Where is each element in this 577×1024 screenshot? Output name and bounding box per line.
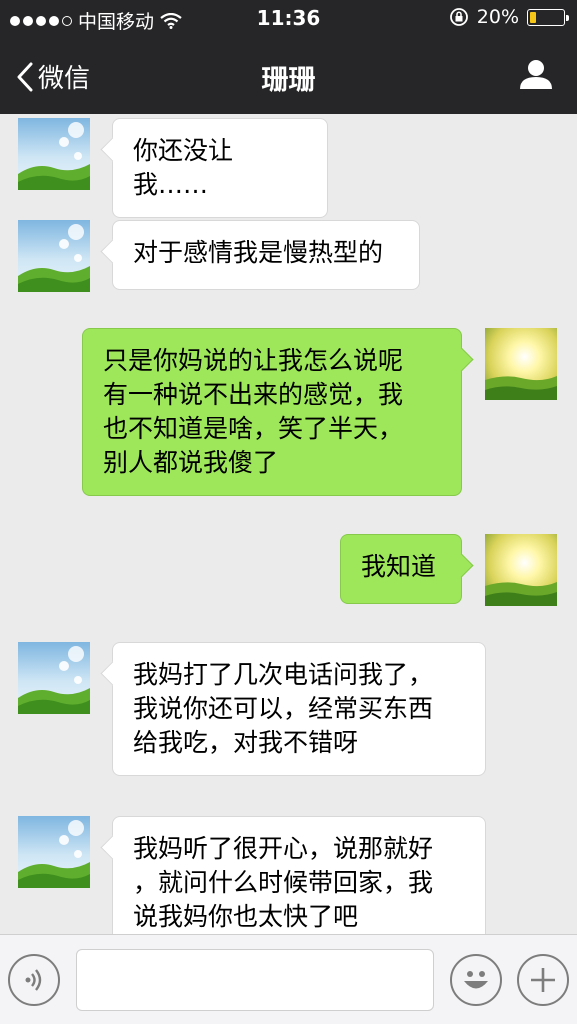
emoji-button[interactable] <box>450 954 502 1006</box>
incoming-message[interactable]: 你还没让我…… <box>112 118 328 218</box>
status-right: 20% <box>449 6 569 28</box>
message-text: 只是你妈说的让我怎么说呢 有一种说不出来的感觉，我 也不知道是啥，笑了半天， 别… <box>103 346 404 477</box>
message-text: 我知道 <box>361 552 437 581</box>
voice-button[interactable] <box>8 954 60 1006</box>
battery-icon <box>527 8 569 26</box>
battery-percent: 20% <box>476 6 519 28</box>
my-avatar[interactable] <box>485 534 557 606</box>
incoming-message[interactable]: 我妈听了很开心，说那就好 ，就问什么时候带回家，我 说我妈你也太快了吧 <box>112 816 486 934</box>
outgoing-message[interactable]: 只是你妈说的让我怎么说呢 有一种说不出来的感觉，我 也不知道是啥，笑了半天， 别… <box>82 328 462 496</box>
contact-avatar[interactable] <box>18 816 90 888</box>
status-bar: 中国移动 11:36 20% <box>0 0 577 38</box>
my-avatar[interactable] <box>485 328 557 400</box>
input-bar <box>0 934 577 1024</box>
person-icon <box>520 60 552 89</box>
battery-level <box>530 11 536 23</box>
chat-title: 珊珊 <box>261 65 316 96</box>
message-text: 我妈打了几次电话问我了， 我说你还可以，经常买东西 给我吃，对我不错呀 <box>133 660 434 757</box>
emoji-icon <box>464 971 488 989</box>
message-text: 对于感情我是慢热型的 <box>133 238 384 267</box>
chat-area[interactable]: 你还没让我…… 对于感情我是慢热型的只是你妈说的让我怎么说呢 有一种说不出来的感觉… <box>0 114 577 934</box>
plus-icon <box>531 968 555 992</box>
orientation-lock-icon <box>449 8 468 26</box>
contact-avatar[interactable] <box>18 220 90 292</box>
message-text: 你还没让我…… <box>133 136 234 199</box>
incoming-message[interactable]: 对于感情我是慢热型的 <box>112 220 420 290</box>
outgoing-message[interactable]: 我知道 <box>340 534 462 604</box>
voice-icon <box>25 969 42 991</box>
incoming-message[interactable]: 我妈打了几次电话问我了， 我说你还可以，经常买东西 给我吃，对我不错呀 <box>112 642 486 776</box>
nav-bar: 微信 珊珊 <box>0 38 577 114</box>
contact-avatar[interactable] <box>18 118 90 190</box>
message-input[interactable] <box>76 949 434 1011</box>
message-text: 我妈听了很开心，说那就好 ，就问什么时候带回家，我 说我妈你也太快了吧 <box>133 834 434 931</box>
add-button[interactable] <box>517 954 569 1006</box>
contact-avatar[interactable] <box>18 642 90 714</box>
profile-button[interactable] <box>519 58 553 94</box>
